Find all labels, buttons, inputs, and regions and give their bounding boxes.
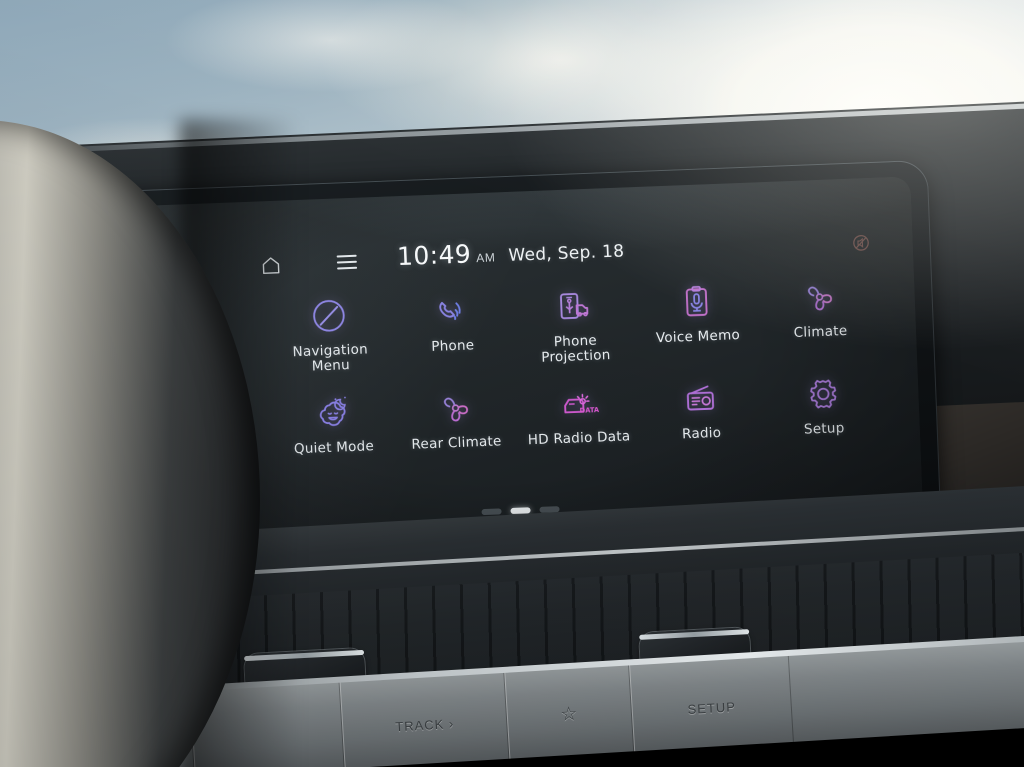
app-label: Setup	[803, 420, 845, 438]
page-dot-1[interactable]	[481, 508, 502, 516]
app-hd-radio-data[interactable]: DATA HD Radio Data	[516, 378, 641, 449]
gear-icon	[799, 370, 847, 418]
app-label: HD Radio Data	[527, 428, 631, 449]
app-setup[interactable]: Setup	[761, 369, 886, 440]
status-time: 10:49	[396, 239, 472, 272]
mute-icon[interactable]	[851, 233, 871, 253]
app-radio[interactable]: Radio	[638, 373, 763, 444]
hw-button-setup[interactable]: SETUP	[628, 651, 794, 752]
hw-button-track[interactable]: TRACK ›	[339, 668, 510, 767]
hd-data-badge: DATA	[580, 406, 600, 415]
compass-icon	[305, 292, 353, 340]
phone-handset-icon	[428, 287, 476, 335]
app-label: Climate	[793, 322, 848, 342]
app-phone-projection[interactable]: Phone Projection	[512, 281, 638, 367]
app-label: Radio	[681, 424, 722, 443]
photo-scene: 10:49 AM Wed, Sep. 18 Navigation Menu Ph…	[0, 0, 1024, 767]
app-voice-memo[interactable]: Voice Memo	[634, 276, 760, 362]
phone-usb-car-icon	[550, 283, 598, 331]
hd-radio-data-icon: DATA	[554, 379, 602, 427]
app-label: Rear Climate	[411, 433, 502, 453]
sleeping-cloud-moon-icon	[309, 389, 357, 437]
app-phone[interactable]: Phone	[389, 286, 515, 372]
app-label: Phone Projection	[541, 332, 611, 366]
app-rear-climate[interactable]: Rear Climate	[393, 383, 518, 454]
app-climate[interactable]: Climate	[757, 272, 883, 358]
app-label: Navigation Menu	[292, 341, 369, 375]
app-label: Voice Memo	[655, 327, 741, 347]
hw-button-favorite-star[interactable]: ☆	[504, 661, 635, 759]
fan-icon	[795, 273, 843, 321]
status-ampm: AM	[475, 250, 496, 266]
fan-icon	[431, 384, 479, 432]
microphone-recorder-icon	[673, 278, 721, 326]
radio-receiver-icon	[676, 375, 724, 423]
app-label: Phone	[430, 337, 475, 355]
app-label: Quiet Mode	[293, 438, 375, 458]
status-date: Wed, Sep. 18	[508, 241, 625, 266]
